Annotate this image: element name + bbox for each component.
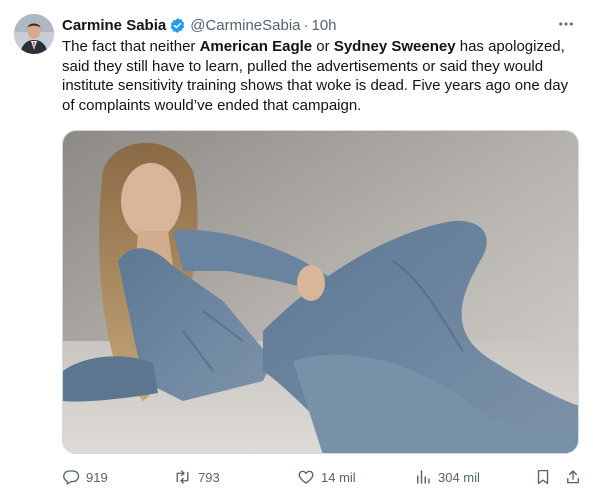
tweet-text: The fact that neither American Eagle or … [62,37,584,115]
author-name[interactable]: Carmine Sabia [62,17,166,34]
tweet-image[interactable] [62,130,579,454]
analytics-icon [417,470,430,484]
share-button[interactable] [564,466,582,488]
author-handle[interactable]: @CarmineSabia [190,17,300,34]
repost-icon [176,470,189,484]
tweet-actions: 919 793 14 mil 304 mil [62,466,582,488]
tweet-text-bold-segment: Sydney Sweeney [333,38,456,55]
timestamp[interactable]: 10h [312,17,337,34]
like-button[interactable]: 14 mil [297,466,356,488]
repost-button[interactable]: 793 [173,466,220,488]
like-count: 14 mil [321,469,356,485]
verified-badge-icon [169,17,186,34]
tweet-text-segment: The fact that neither [62,38,200,55]
views-button[interactable]: 304 mil [414,466,480,488]
reply-icon [63,470,80,485]
reply-count: 919 [86,469,108,485]
repost-count: 793 [198,469,220,485]
reply-button[interactable]: 919 [62,466,108,488]
more-options-icon[interactable] [556,14,576,34]
tweet-text-bold-segment: American Eagle [199,38,313,55]
tweet-text-segment: or [312,38,334,55]
avatar[interactable] [14,14,54,54]
heart-icon [298,470,314,484]
bookmark-button[interactable] [534,466,552,488]
share-icon [567,470,579,484]
separator-dot: · [303,16,309,34]
bookmark-icon [537,469,549,485]
tweet-header: Carmine Sabia @CarmineSabia · 10h [62,15,337,35]
views-count: 304 mil [438,469,480,485]
